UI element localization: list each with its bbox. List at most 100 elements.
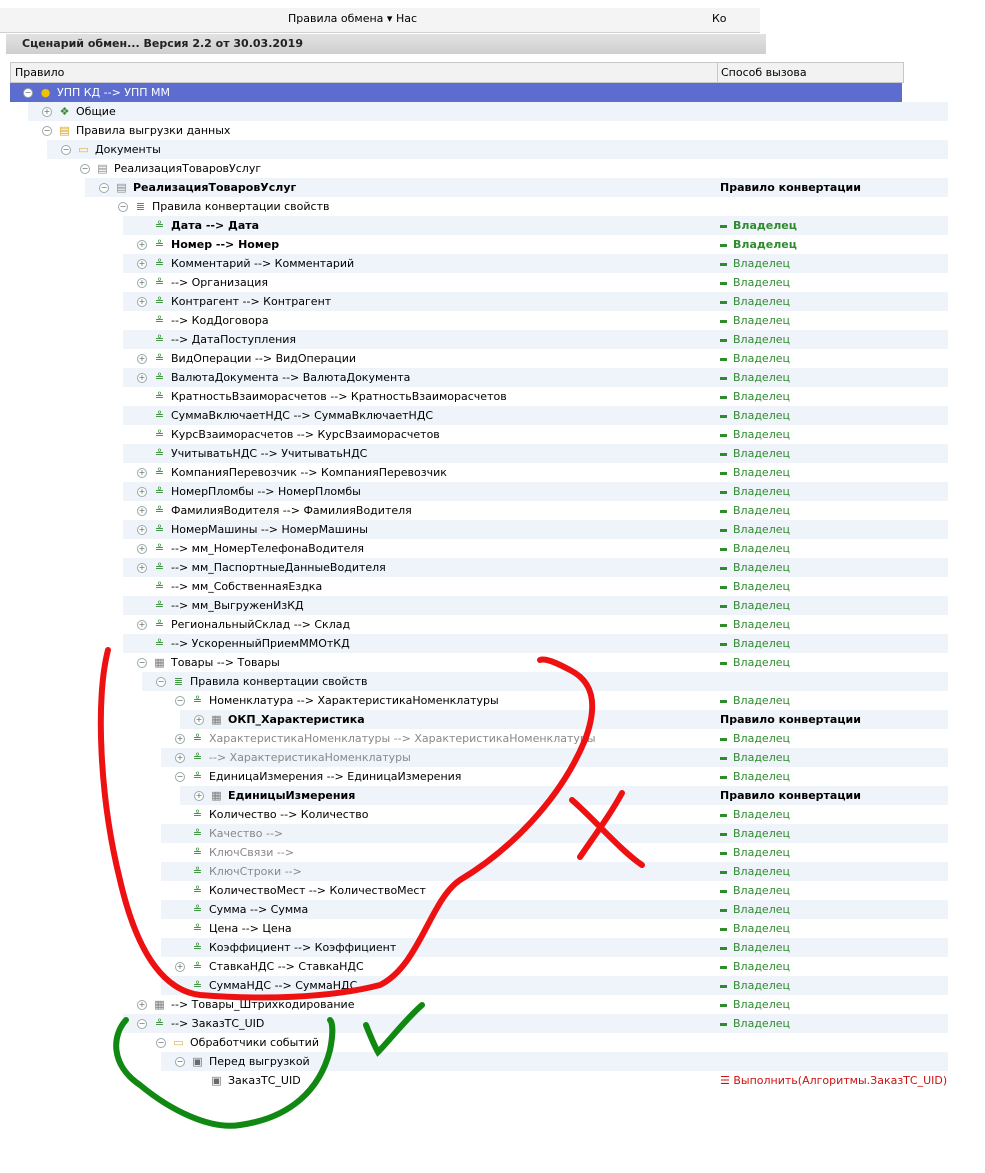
collapse-icon[interactable]: −: [175, 696, 185, 706]
expand-icon[interactable]: +: [137, 354, 147, 364]
tree-row[interactable]: ≗ Дата --> Дата Владелец: [123, 216, 948, 235]
tree-row[interactable]: ≗ --> мм_СобственнаяЕздка Владелец: [123, 577, 948, 596]
collapse-icon[interactable]: −: [175, 1057, 185, 1067]
tree-row[interactable]: ≗ Коэффициент --> Коэффициент Владелец: [161, 938, 948, 957]
collapse-icon[interactable]: −: [137, 658, 147, 668]
tree-row[interactable]: + ≗ ВалютаДокумента --> ВалютаДокумента Вла…: [123, 368, 948, 387]
collapse-icon[interactable]: −: [61, 145, 71, 155]
expand-icon[interactable]: +: [137, 544, 147, 554]
collapse-icon[interactable]: −: [118, 202, 128, 212]
tree-row[interactable]: + ≗ Номер --> Номер Владелец: [123, 235, 948, 254]
owner-marker-icon: [720, 319, 727, 323]
handler-icon: ▣: [192, 1055, 203, 1068]
tree-row[interactable]: − ▤ РеализацияТоваровУслуг: [66, 159, 948, 178]
tree-row[interactable]: − ▭ Документы: [47, 140, 948, 159]
tree-row[interactable]: − ≣ Правила конвертации свойств: [104, 197, 948, 216]
expand-icon[interactable]: +: [137, 525, 147, 535]
tree-row[interactable]: + ≗ КомпанияПеревозчик --> КомпанияПеревоз…: [123, 463, 948, 482]
tree-row[interactable]: + ≗ ХарактеристикаНоменклатуры --> Характе…: [161, 729, 948, 748]
expand-icon[interactable]: +: [175, 753, 185, 763]
expand-icon[interactable]: +: [137, 487, 147, 497]
tree-row[interactable]: ≗ Цена --> Цена Владелец: [161, 919, 948, 938]
collapse-icon[interactable]: −: [175, 772, 185, 782]
expand-icon[interactable]: +: [137, 297, 147, 307]
tree-row[interactable]: − ≗ ЕдиницаИзмерения --> ЕдиницаИзмерения В…: [161, 767, 948, 786]
expand-icon[interactable]: +: [175, 734, 185, 744]
collapse-icon[interactable]: −: [80, 164, 90, 174]
tree-row[interactable]: ≗ КлючСвязи --> Владелец: [161, 843, 948, 862]
expand-icon[interactable]: +: [194, 715, 204, 725]
tree-row[interactable]: + ≗ --> ХарактеристикаНоменклатуры Владелец: [161, 748, 948, 767]
tree-row[interactable]: + ≗ Контрагент --> Контрагент Владелец: [123, 292, 948, 311]
tree-row[interactable]: ≗ КратностьВзаиморасчетов --> КратностьВз…: [123, 387, 948, 406]
tree-row-label: КомпанияПеревозчик --> КомпанияПеревозчи…: [171, 466, 447, 479]
call-method-cell: Владелец: [720, 425, 790, 444]
expand-icon[interactable]: +: [137, 259, 147, 269]
tree-row[interactable]: − ● УПП КД --> УПП ММ: [10, 83, 902, 102]
tree-row[interactable]: − ≗ Номенклатура --> ХарактеристикаНоменкл…: [161, 691, 948, 710]
tree-row[interactable]: + ≗ Комментарий --> Комментарий Владелец: [123, 254, 948, 273]
tree-row[interactable]: − ▤ РеализацияТоваровУслуг Правило конверта…: [85, 178, 948, 197]
collapse-icon[interactable]: −: [99, 183, 109, 193]
call-method-text: Владелец: [733, 409, 790, 422]
expand-icon[interactable]: +: [137, 373, 147, 383]
expand-icon[interactable]: +: [137, 563, 147, 573]
exchange-rules-menu[interactable]: Правила обмена ▾: [288, 12, 392, 25]
expand-icon[interactable]: +: [137, 240, 147, 250]
tree-row[interactable]: + ≗ --> мм_НомерТелефонаВодителя Владелец: [123, 539, 948, 558]
property-icon: ≗: [154, 352, 165, 365]
tree-row[interactable]: + ≗ ФамилияВодителя --> ФамилияВодителя Вла…: [123, 501, 948, 520]
tree-row[interactable]: − ▦ Товары --> Товары Владелец: [123, 653, 948, 672]
tree-row[interactable]: − ▣ Перед выгрузкой: [161, 1052, 948, 1071]
expand-icon[interactable]: +: [137, 468, 147, 478]
expand-icon[interactable]: +: [137, 1000, 147, 1010]
call-method-text: Владелец: [733, 808, 790, 821]
settings-menu[interactable]: Нас: [396, 12, 417, 25]
call-method-cell: Владелец: [720, 292, 790, 311]
tree-row[interactable]: ≗ Количество --> Количество Владелец: [161, 805, 948, 824]
tree-row[interactable]: ≗ СуммаНДС --> СуммаНДС Владелец: [161, 976, 948, 995]
tree-row[interactable]: + ▦ ЕдиницыИзмерения Правило конвертации: [180, 786, 948, 805]
tree-row[interactable]: + ▦ ОКП_Характеристика Правило конвертации: [180, 710, 948, 729]
expand-icon[interactable]: +: [175, 962, 185, 972]
tree-row[interactable]: ≗ СуммаВключаетНДС --> СуммаВключаетНДС Вл…: [123, 406, 948, 425]
tree-row[interactable]: + ≗ --> мм_ПаспортныеДанныеВодителя Владел…: [123, 558, 948, 577]
call-method-cell: Владелец: [720, 615, 790, 634]
collapse-icon[interactable]: −: [23, 88, 33, 98]
tree-row[interactable]: ≗ Сумма --> Сумма Владелец: [161, 900, 948, 919]
expand-icon[interactable]: +: [137, 278, 147, 288]
tree-row[interactable]: ≗ Качество --> Владелец: [161, 824, 948, 843]
tree-row[interactable]: + ≗ ВидОперации --> ВидОперации Владелец: [123, 349, 948, 368]
tree-row[interactable]: ≗ УчитыватьНДС --> УчитыватьНДС Владелец: [123, 444, 948, 463]
expand-icon[interactable]: +: [137, 620, 147, 630]
tree-row[interactable]: + ≗ РегиональныйСклад --> Склад Владелец: [123, 615, 948, 634]
collapse-icon[interactable]: −: [42, 126, 52, 136]
tree-row[interactable]: ≗ --> КодДоговора Владелец: [123, 311, 948, 330]
tree-row[interactable]: − ≗ --> ЗаказТС_UID Владелец: [123, 1014, 948, 1033]
tree-row[interactable]: − ▭ Обработчики событий: [142, 1033, 948, 1052]
tree-row[interactable]: ≗ --> ДатаПоступления Владелец: [123, 330, 948, 349]
collapse-icon[interactable]: −: [156, 677, 166, 687]
tree-row[interactable]: + ≗ НомерПломбы --> НомерПломбы Владелец: [123, 482, 948, 501]
expand-icon[interactable]: +: [194, 791, 204, 801]
tree-row[interactable]: + ≗ --> Организация Владелец: [123, 273, 948, 292]
toolbar-item-end[interactable]: Ко: [712, 12, 727, 25]
collapse-icon[interactable]: −: [156, 1038, 166, 1048]
collapse-icon[interactable]: −: [137, 1019, 147, 1029]
tree-row[interactable]: ≗ КлючСтроки --> Владелец: [161, 862, 948, 881]
tree-row[interactable]: ≗ КоличествоМест --> КоличествоМест Владел…: [161, 881, 948, 900]
column-rule[interactable]: Правило: [15, 66, 64, 79]
tree-row[interactable]: + ▦ --> Товары_Штрихкодирование Владелец: [123, 995, 948, 1014]
tree-row[interactable]: − ▤ Правила выгрузки данных: [28, 121, 948, 140]
expand-icon[interactable]: +: [42, 107, 52, 117]
tree-row[interactable]: ▣ ЗаказТС_UID ☰ Выполнить(Алгоритмы.ЗаказТ…: [180, 1071, 948, 1090]
column-call-method[interactable]: Способ вызова: [717, 63, 807, 82]
tree-row[interactable]: + ≗ НомерМашины --> НомерМашины Владелец: [123, 520, 948, 539]
tree-row[interactable]: + ≗ СтавкаНДС --> СтавкаНДС Владелец: [161, 957, 948, 976]
tree-row[interactable]: − ≣ Правила конвертации свойств: [142, 672, 948, 691]
expand-icon[interactable]: +: [137, 506, 147, 516]
tree-row[interactable]: ≗ --> УскоренныйПриемММОтКД Владелец: [123, 634, 948, 653]
tree-row[interactable]: ≗ КурсВзаиморасчетов --> КурсВзаиморасчет…: [123, 425, 948, 444]
tree-row[interactable]: + ❖ Общие: [28, 102, 948, 121]
tree-row[interactable]: ≗ --> мм_ВыгруженИзКД Владелец: [123, 596, 948, 615]
